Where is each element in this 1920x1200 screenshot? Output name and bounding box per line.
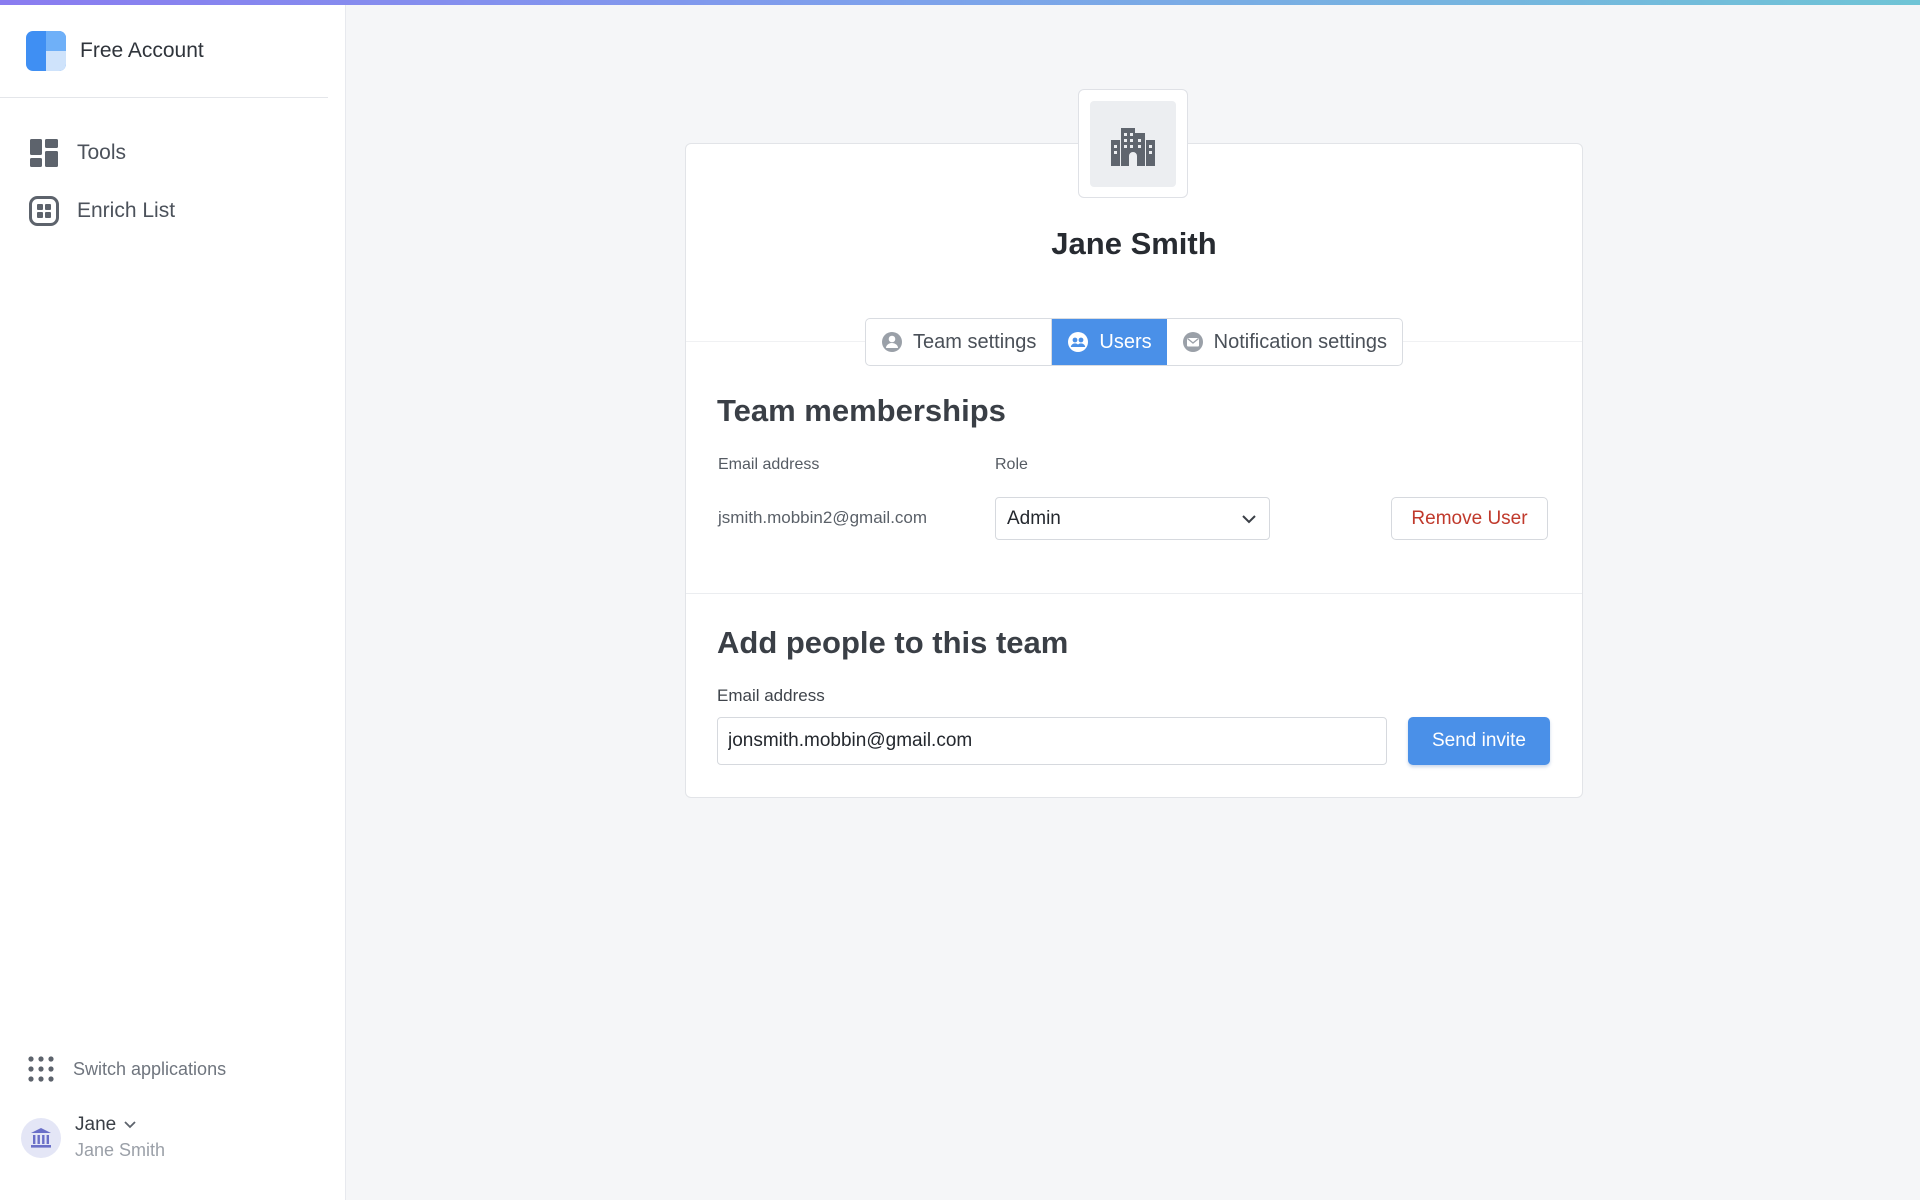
brand-logo-icon — [26, 31, 66, 71]
tab-label: Team settings — [913, 330, 1037, 353]
tab-team-settings[interactable]: Team settings — [866, 319, 1053, 365]
page-title: Jane Smith — [1051, 226, 1217, 261]
send-invite-button[interactable]: Send invite — [1408, 717, 1550, 765]
sidebar-item-enrich-list[interactable]: Enrich List — [0, 182, 328, 240]
user-menu[interactable]: Jane Jane Smith — [21, 1114, 165, 1161]
section-divider — [686, 593, 1582, 594]
tab-label: Notification settings — [1213, 330, 1388, 353]
chevron-down-icon — [1242, 514, 1256, 523]
add-people-heading: Add people to this team — [717, 625, 1069, 660]
remove-user-button[interactable]: Remove User — [1391, 497, 1548, 540]
person-icon — [882, 332, 902, 352]
avatar — [21, 1117, 61, 1158]
role-select-value: Admin — [1007, 507, 1061, 529]
tab-notification-settings[interactable]: Notification settings — [1167, 319, 1402, 365]
sidebar: Free Account Tools Enrich List Switch ap… — [0, 0, 346, 1200]
tab-users[interactable]: Users — [1052, 319, 1167, 365]
building-icon — [1111, 127, 1155, 166]
role-column-header: Role — [995, 456, 1028, 473]
mail-icon — [1182, 332, 1203, 352]
top-accent-bar — [0, 0, 1920, 5]
chevron-down-icon — [124, 1121, 136, 1129]
team-memberships-heading: Team memberships — [717, 393, 1006, 428]
sidebar-item-label: Enrich List — [77, 199, 176, 222]
dashboard-icon — [28, 137, 60, 169]
user-full-name: Jane Smith — [75, 1140, 166, 1160]
bank-icon — [31, 1127, 51, 1148]
grid-icon — [28, 195, 60, 227]
brand-name: Free Account — [80, 39, 204, 62]
role-select[interactable]: Admin — [995, 497, 1270, 540]
sidebar-item-tools[interactable]: Tools — [0, 124, 328, 182]
sidebar-item-label: Tools — [77, 141, 127, 164]
email-column-header: Email address — [718, 456, 820, 473]
team-logo[interactable] — [1078, 89, 1188, 198]
invite-email-label: Email address — [717, 686, 825, 705]
switch-applications-label: Switch applications — [73, 1058, 227, 1079]
settings-tabs: Team settings Users Notification setting… — [865, 318, 1404, 366]
brand-header[interactable]: Free Account — [0, 5, 328, 98]
tab-label: Users — [1099, 330, 1152, 353]
member-email: jsmith.mobbin2@gmail.com — [718, 508, 928, 527]
sidebar-nav: Tools Enrich List — [0, 124, 328, 240]
user-first-name: Jane — [75, 1114, 117, 1135]
users-icon — [1068, 332, 1089, 352]
invite-email-input[interactable] — [717, 717, 1387, 765]
switch-applications-button[interactable]: Switch applications — [28, 1056, 226, 1082]
apps-grid-icon — [28, 1056, 54, 1082]
